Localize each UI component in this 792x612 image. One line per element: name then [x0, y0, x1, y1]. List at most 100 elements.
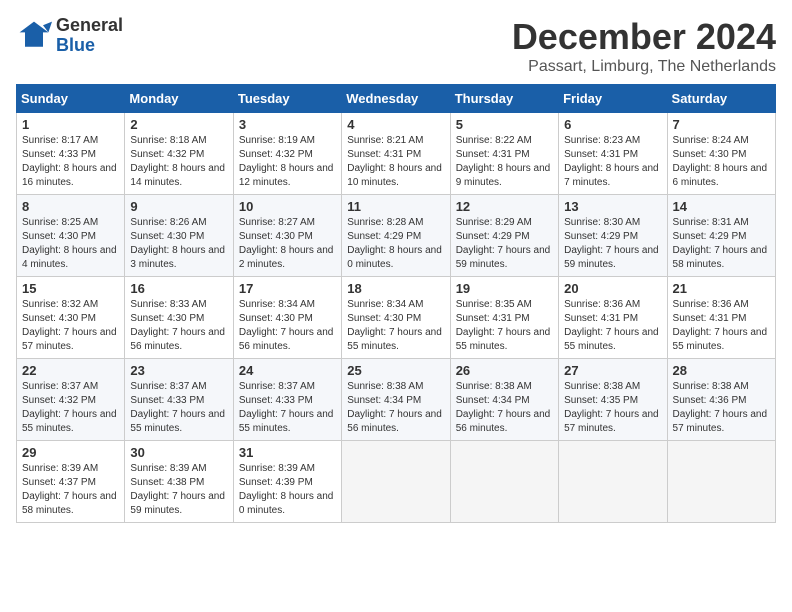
- location: Passart, Limburg, The Netherlands: [512, 58, 776, 76]
- day-info: Sunrise: 8:21 AM Sunset: 4:31 PM Dayligh…: [347, 134, 444, 190]
- calendar-day-header: Wednesday: [342, 85, 450, 113]
- calendar-cell: [450, 441, 558, 523]
- page-header: General Blue December 2024 Passart, Limb…: [16, 16, 776, 76]
- calendar-week-row: 29Sunrise: 8:39 AM Sunset: 4:37 PM Dayli…: [17, 441, 776, 523]
- day-number: 4: [347, 117, 444, 132]
- calendar-cell: 8 Sunrise: 8:25 AM Sunset: 4:30 PM Daylig…: [17, 195, 125, 277]
- day-info: Sunrise: 8:19 AM Sunset: 4:32 PM Dayligh…: [239, 134, 336, 190]
- day-info: Sunrise: 8:35 AM Sunset: 4:31 PM Dayligh…: [456, 298, 553, 354]
- day-number: 28: [673, 363, 770, 378]
- day-number: 25: [347, 363, 444, 378]
- day-info: Sunrise: 8:38 AM Sunset: 4:34 PM Dayligh…: [347, 380, 444, 436]
- day-info: Sunrise: 8:28 AM Sunset: 4:29 PM Dayligh…: [347, 216, 444, 272]
- day-info: Sunrise: 8:29 AM Sunset: 4:29 PM Dayligh…: [456, 216, 553, 272]
- calendar-cell: 3 Sunrise: 8:19 AM Sunset: 4:32 PM Daylig…: [233, 113, 341, 195]
- calendar-cell: 29Sunrise: 8:39 AM Sunset: 4:37 PM Dayli…: [17, 441, 125, 523]
- day-number: 6: [564, 117, 661, 132]
- calendar-cell: 14Sunrise: 8:31 AM Sunset: 4:29 PM Dayli…: [667, 195, 775, 277]
- calendar-cell: 12Sunrise: 8:29 AM Sunset: 4:29 PM Dayli…: [450, 195, 558, 277]
- calendar-cell: 4 Sunrise: 8:21 AM Sunset: 4:31 PM Daylig…: [342, 113, 450, 195]
- calendar-cell: 31Sunrise: 8:39 AM Sunset: 4:39 PM Dayli…: [233, 441, 341, 523]
- day-info: Sunrise: 8:23 AM Sunset: 4:31 PM Dayligh…: [564, 134, 661, 190]
- day-info: Sunrise: 8:22 AM Sunset: 4:31 PM Dayligh…: [456, 134, 553, 190]
- day-number: 9: [130, 199, 227, 214]
- title-section: December 2024 Passart, Limburg, The Neth…: [512, 16, 776, 76]
- day-number: 3: [239, 117, 336, 132]
- calendar-cell: 6 Sunrise: 8:23 AM Sunset: 4:31 PM Daylig…: [559, 113, 667, 195]
- calendar-cell: 10 Sunrise: 8:27 AM Sunset: 4:30 PM Dayli…: [233, 195, 341, 277]
- calendar-cell: 25 Sunrise: 8:38 AM Sunset: 4:34 PM Dayli…: [342, 359, 450, 441]
- day-number: 30: [130, 445, 227, 460]
- calendar-cell: 20 Sunrise: 8:36 AM Sunset: 4:31 PM Dayli…: [559, 277, 667, 359]
- calendar-cell: 17 Sunrise: 8:34 AM Sunset: 4:30 PM Dayli…: [233, 277, 341, 359]
- calendar-cell: 2 Sunrise: 8:18 AM Sunset: 4:32 PM Daylig…: [125, 113, 233, 195]
- calendar-cell: 22 Sunrise: 8:37 AM Sunset: 4:32 PM Dayli…: [17, 359, 125, 441]
- day-info: Sunrise: 8:38 AM Sunset: 4:34 PM Dayligh…: [456, 380, 553, 436]
- day-info: Sunrise: 8:39 AM Sunset: 4:38 PM Dayligh…: [130, 462, 227, 518]
- day-number: 31: [239, 445, 336, 460]
- calendar-week-row: 15 Sunrise: 8:32 AM Sunset: 4:30 PM Dayli…: [17, 277, 776, 359]
- calendar-cell: 15 Sunrise: 8:32 AM Sunset: 4:30 PM Dayli…: [17, 277, 125, 359]
- logo-icon: [16, 18, 52, 54]
- calendar-day-header: Friday: [559, 85, 667, 113]
- day-info: Sunrise: 8:39 AM Sunset: 4:37 PM Dayligh…: [22, 462, 119, 518]
- day-number: 15: [22, 281, 119, 296]
- day-info: Sunrise: 8:37 AM Sunset: 4:32 PM Dayligh…: [22, 380, 119, 436]
- logo: General Blue: [16, 16, 123, 56]
- day-number: 11: [347, 199, 444, 214]
- day-info: Sunrise: 8:34 AM Sunset: 4:30 PM Dayligh…: [347, 298, 444, 354]
- day-number: 18: [347, 281, 444, 296]
- day-number: 1: [22, 117, 119, 132]
- calendar-cell: 23 Sunrise: 8:37 AM Sunset: 4:33 PM Dayli…: [125, 359, 233, 441]
- day-number: 13: [564, 199, 661, 214]
- day-number: 8: [22, 199, 119, 214]
- day-number: 19: [456, 281, 553, 296]
- day-info: Sunrise: 8:17 AM Sunset: 4:33 PM Dayligh…: [22, 134, 119, 190]
- calendar-cell: [667, 441, 775, 523]
- day-number: 10: [239, 199, 336, 214]
- calendar-cell: 13 Sunrise: 8:30 AM Sunset: 4:29 PM Dayli…: [559, 195, 667, 277]
- calendar-cell: 11 Sunrise: 8:28 AM Sunset: 4:29 PM Dayli…: [342, 195, 450, 277]
- calendar-cell: 7Sunrise: 8:24 AM Sunset: 4:30 PM Daylig…: [667, 113, 775, 195]
- day-number: 20: [564, 281, 661, 296]
- calendar-cell: 19 Sunrise: 8:35 AM Sunset: 4:31 PM Dayli…: [450, 277, 558, 359]
- calendar-cell: 5 Sunrise: 8:22 AM Sunset: 4:31 PM Daylig…: [450, 113, 558, 195]
- day-number: 21: [673, 281, 770, 296]
- day-info: Sunrise: 8:32 AM Sunset: 4:30 PM Dayligh…: [22, 298, 119, 354]
- calendar-day-header: Thursday: [450, 85, 558, 113]
- day-info: Sunrise: 8:38 AM Sunset: 4:36 PM Dayligh…: [673, 380, 770, 436]
- calendar-cell: 26 Sunrise: 8:38 AM Sunset: 4:34 PM Dayli…: [450, 359, 558, 441]
- calendar-week-row: 1 Sunrise: 8:17 AM Sunset: 4:33 PM Daylig…: [17, 113, 776, 195]
- day-info: Sunrise: 8:25 AM Sunset: 4:30 PM Dayligh…: [22, 216, 119, 272]
- day-info: Sunrise: 8:34 AM Sunset: 4:30 PM Dayligh…: [239, 298, 336, 354]
- calendar-cell: 9 Sunrise: 8:26 AM Sunset: 4:30 PM Daylig…: [125, 195, 233, 277]
- day-info: Sunrise: 8:18 AM Sunset: 4:32 PM Dayligh…: [130, 134, 227, 190]
- day-info: Sunrise: 8:24 AM Sunset: 4:30 PM Dayligh…: [673, 134, 770, 190]
- day-number: 2: [130, 117, 227, 132]
- logo-blue: Blue: [56, 36, 123, 56]
- day-number: 23: [130, 363, 227, 378]
- day-number: 17: [239, 281, 336, 296]
- day-number: 26: [456, 363, 553, 378]
- calendar-table: SundayMondayTuesdayWednesdayThursdayFrid…: [16, 84, 776, 523]
- logo-text: General Blue: [56, 16, 123, 56]
- calendar-cell: 28 Sunrise: 8:38 AM Sunset: 4:36 PM Dayli…: [667, 359, 775, 441]
- calendar-day-header: Saturday: [667, 85, 775, 113]
- day-info: Sunrise: 8:36 AM Sunset: 4:31 PM Dayligh…: [673, 298, 770, 354]
- day-info: Sunrise: 8:27 AM Sunset: 4:30 PM Dayligh…: [239, 216, 336, 272]
- calendar-week-row: 8 Sunrise: 8:25 AM Sunset: 4:30 PM Daylig…: [17, 195, 776, 277]
- day-info: Sunrise: 8:37 AM Sunset: 4:33 PM Dayligh…: [130, 380, 227, 436]
- month-title: December 2024: [512, 16, 776, 58]
- day-number: 24: [239, 363, 336, 378]
- day-info: Sunrise: 8:38 AM Sunset: 4:35 PM Dayligh…: [564, 380, 661, 436]
- day-info: Sunrise: 8:30 AM Sunset: 4:29 PM Dayligh…: [564, 216, 661, 272]
- calendar-cell: 27Sunrise: 8:38 AM Sunset: 4:35 PM Dayli…: [559, 359, 667, 441]
- day-number: 5: [456, 117, 553, 132]
- day-info: Sunrise: 8:36 AM Sunset: 4:31 PM Dayligh…: [564, 298, 661, 354]
- day-number: 22: [22, 363, 119, 378]
- calendar-cell: 30 Sunrise: 8:39 AM Sunset: 4:38 PM Dayli…: [125, 441, 233, 523]
- calendar-cell: 1 Sunrise: 8:17 AM Sunset: 4:33 PM Daylig…: [17, 113, 125, 195]
- day-info: Sunrise: 8:33 AM Sunset: 4:30 PM Dayligh…: [130, 298, 227, 354]
- day-info: Sunrise: 8:26 AM Sunset: 4:30 PM Dayligh…: [130, 216, 227, 272]
- day-number: 14: [673, 199, 770, 214]
